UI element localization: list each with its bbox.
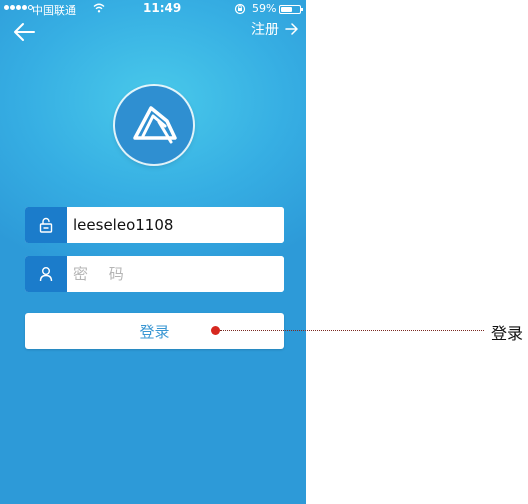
battery-icon (279, 5, 303, 14)
status-time: 11:49 (143, 1, 182, 15)
user-icon (25, 256, 67, 292)
signal-strength-icon (4, 5, 33, 10)
annotation-leader-line (220, 330, 484, 331)
password-input[interactable] (67, 256, 284, 292)
status-bar: 中国联通 11:49 59% (0, 0, 306, 18)
battery-percent: 59% (252, 2, 277, 15)
username-field (25, 207, 284, 243)
arrow-right-icon (285, 23, 299, 35)
carrier-name: 中国联通 (32, 4, 76, 17)
rotation-lock-icon (234, 3, 246, 18)
app-logo-icon (133, 106, 177, 144)
annotation-dot (211, 326, 220, 335)
app-logo (115, 86, 193, 164)
register-label: 注册 (251, 22, 279, 38)
back-button[interactable] (12, 22, 36, 42)
login-button[interactable]: 登录 (25, 313, 284, 349)
password-field (25, 256, 284, 292)
arrow-left-icon (14, 23, 35, 41)
phone-screen: 中国联通 11:49 59% 注册 leeseleo1108 登录 (0, 0, 306, 504)
unlock-icon (25, 207, 67, 243)
register-link[interactable]: 注册 (251, 19, 299, 39)
annotation-label: 登录 (491, 324, 524, 343)
wifi-icon (93, 3, 105, 16)
username-input[interactable] (67, 207, 284, 243)
